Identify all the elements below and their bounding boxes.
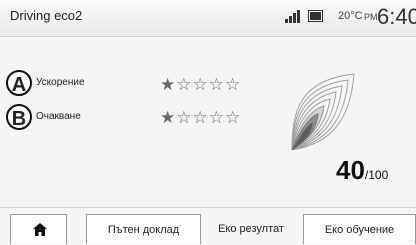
tab-home[interactable] [10,214,67,244]
eco-score-panel: A Ускорение ★☆☆☆☆ B Очакване ★☆☆☆☆ 40/10… [0,37,416,207]
criterion-label: Ускорение [36,77,85,88]
temperature: 20°C [338,10,363,22]
app-title: Driving eco2 [10,8,83,23]
signal-icon [285,10,300,23]
battery-icon [308,10,323,22]
star-rating-acceleration: ★☆☆☆☆ [160,75,242,94]
home-icon [33,223,47,236]
eco-leaf-icon [291,73,355,150]
star-rating-anticipation: ★☆☆☆☆ [160,108,242,127]
tab-trip-report[interactable]: Пътен доклад [86,214,201,244]
status-bar: Driving eco2 20°C PM 6:40 [0,0,416,37]
callout-label-a: A [6,70,32,96]
eco-score: 40/100 [336,155,388,186]
criterion-label: Очакване [36,111,81,122]
tab-eco-coaching[interactable]: Еко обучение [303,214,416,244]
clock: 6:40 [377,4,416,29]
tab-bar: Пътен доклад Еко резултат Еко обучение [0,207,416,245]
score-max: /100 [364,168,389,182]
screen: Driving eco2 20°C PM 6:40 A Ускорение ★☆… [0,0,416,245]
time-period: PM [364,12,378,22]
callout-label-b: B [6,104,32,130]
tab-eco-result[interactable]: Еко резултат [206,214,296,244]
score-value: 40 [336,155,365,185]
